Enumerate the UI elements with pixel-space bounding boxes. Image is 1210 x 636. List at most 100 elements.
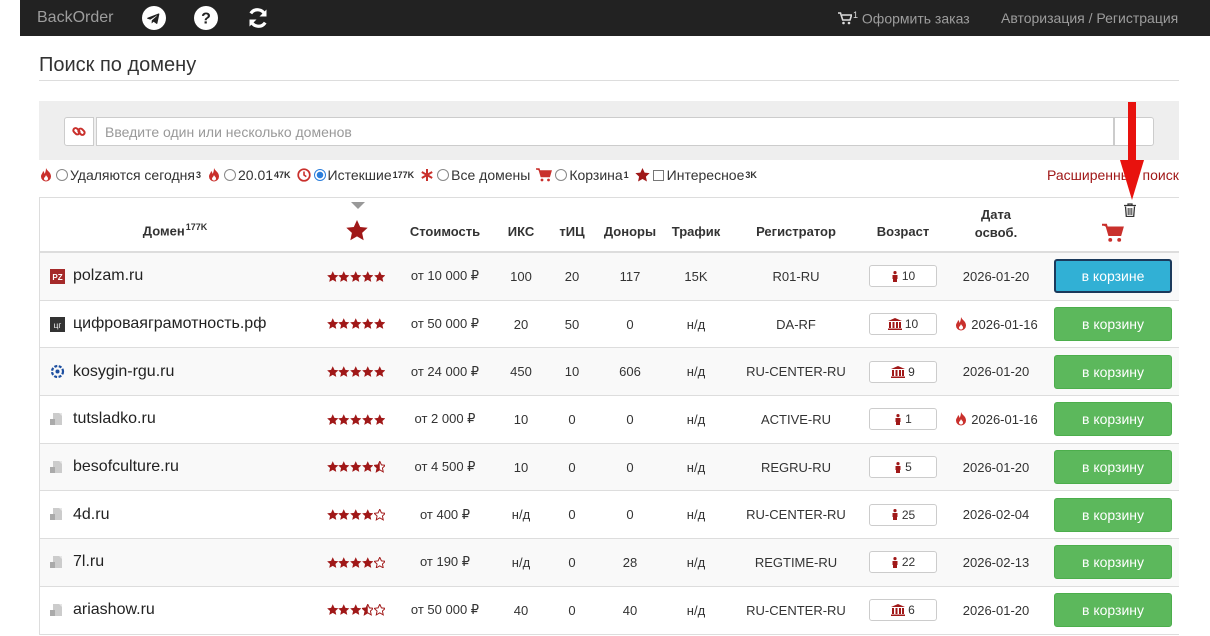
col-registrar[interactable]: Регистратор xyxy=(736,224,856,239)
cart-cell: в корзину xyxy=(1054,539,1172,586)
domain-name[interactable]: 7l.ru xyxy=(73,553,104,571)
age-badge[interactable]: 6 xyxy=(869,599,937,622)
domain-cell[interactable]: 7l.ru xyxy=(50,539,320,586)
col-age[interactable]: Возраст xyxy=(868,224,938,239)
star-empty-icon xyxy=(373,556,386,569)
col-cost[interactable]: Стоимость xyxy=(400,224,490,239)
star-full-icon xyxy=(361,509,374,520)
in-cart-button[interactable]: в корзине xyxy=(1054,259,1172,294)
star-full-icon xyxy=(338,604,350,616)
telegram-icon[interactable] xyxy=(142,6,166,30)
col-traffic[interactable]: Трафик xyxy=(666,224,726,239)
add-to-cart-button[interactable]: в корзину xyxy=(1054,402,1172,437)
filter-all-domains[interactable]: Все домены xyxy=(420,167,530,183)
domain-name[interactable]: polzam.ru xyxy=(73,267,143,285)
filter-expired[interactable]: Истекшие 177K xyxy=(296,167,414,183)
domain-cell[interactable]: tutsladko.ru xyxy=(50,396,320,443)
refresh-icon[interactable] xyxy=(246,6,270,30)
domain-cell[interactable]: ariashow.ru xyxy=(50,587,320,634)
age-badge[interactable]: 25 xyxy=(869,503,937,526)
person-icon xyxy=(891,270,902,282)
col-donors[interactable]: Доноры xyxy=(600,224,660,239)
red-arrow-annotation xyxy=(1120,102,1144,200)
radio-deleting-today[interactable] xyxy=(56,169,68,181)
age-value: 10 xyxy=(904,317,919,332)
domain-name[interactable]: 4d.ru xyxy=(73,506,109,524)
star-full-icon xyxy=(338,413,350,425)
add-to-cart-button[interactable]: в корзину xyxy=(1054,354,1172,389)
add-to-cart-button[interactable]: в корзину xyxy=(1054,545,1172,580)
age-badge[interactable]: 1 xyxy=(869,408,937,431)
release-date: 2026-01-20 xyxy=(962,602,1030,618)
star-full-icon xyxy=(350,556,362,568)
star-empty-icon xyxy=(373,604,386,616)
add-to-cart-button[interactable]: в корзину xyxy=(1054,307,1172,342)
auth-link[interactable]: Авторизация / Регистрация xyxy=(1001,10,1178,26)
registrar-cell: REGRU-RU xyxy=(760,459,832,475)
age-badge[interactable]: 5 xyxy=(869,456,937,479)
help-icon[interactable]: ? xyxy=(194,6,218,30)
radio-date[interactable] xyxy=(223,169,236,181)
domain-name[interactable]: цифроваяграмотность.рф xyxy=(73,315,266,333)
traffic-cell: н/д xyxy=(686,411,706,427)
add-to-cart-button[interactable]: в корзину xyxy=(1054,497,1172,532)
trash-icon[interactable] xyxy=(1122,203,1138,220)
tic-cell: 0 xyxy=(568,507,576,523)
filter-deleting-today[interactable]: Удаляются сегодня 3 xyxy=(39,167,201,183)
col-domain[interactable]: Домен177K xyxy=(40,222,310,238)
release-date-cell: 2026-02-04 xyxy=(946,491,1046,538)
brand-link[interactable]: BackOrder xyxy=(37,9,113,27)
clock-icon xyxy=(296,168,311,182)
star-full-icon xyxy=(338,461,350,473)
checkout-link[interactable]: 1 Оформить заказ xyxy=(838,10,970,27)
add-to-cart-button[interactable]: в корзину xyxy=(1054,593,1172,628)
filter-cart[interactable]: Корзина 1 xyxy=(536,167,629,183)
filter-label: Корзина xyxy=(569,167,623,183)
domain-name[interactable]: ariashow.ru xyxy=(73,601,155,619)
release-date: 2026-01-16 xyxy=(971,411,1038,427)
cart-cell: в корзину xyxy=(1054,587,1172,634)
table-row: kosygin-rgu.ru от 24 000 ₽ 450 10 606 н/… xyxy=(40,348,1179,397)
iks-cell: 10 xyxy=(513,411,529,427)
rating-star-icon[interactable] xyxy=(345,220,369,244)
table-row: ariashow.ru от 50 000 ₽ 40 0 40 н/д RU-C… xyxy=(40,587,1179,635)
domain-cell[interactable]: besofculture.ru xyxy=(50,444,320,491)
domain-cell[interactable]: цг цифроваяграмотность.рф xyxy=(50,301,320,348)
search-panel xyxy=(39,101,1179,160)
add-to-cart-button[interactable]: в корзину xyxy=(1054,450,1172,485)
radio-all-domains[interactable] xyxy=(437,169,450,181)
link-icon[interactable] xyxy=(64,117,94,146)
cart-header-icon[interactable] xyxy=(1101,223,1125,246)
domain-cell[interactable]: PZ polzam.ru xyxy=(50,253,320,300)
tic-cell: 20 xyxy=(564,268,580,284)
col-tic[interactable]: тИЦ xyxy=(552,224,592,239)
age-badge[interactable]: 9 xyxy=(869,360,937,383)
age-value: 6 xyxy=(908,603,915,618)
svg-text:цг: цг xyxy=(54,321,62,330)
col-release-date[interactable]: Дата освоб. xyxy=(958,206,1034,242)
traffic-cell: н/д xyxy=(686,364,706,380)
radio-expired[interactable] xyxy=(313,169,326,181)
sort-caret-icon[interactable] xyxy=(347,198,369,213)
domain-name[interactable]: tutsladko.ru xyxy=(73,410,156,428)
cart-cell: в корзине xyxy=(1054,253,1172,300)
checkbox-interesting[interactable] xyxy=(652,169,664,181)
radio-cart[interactable] xyxy=(555,169,568,181)
age-badge[interactable]: 22 xyxy=(869,551,937,574)
donors-cell: 0 xyxy=(626,411,634,427)
domain-cell[interactable]: 4d.ru xyxy=(50,491,320,538)
star-full-icon xyxy=(373,318,385,330)
domain-search-input[interactable] xyxy=(96,117,1114,146)
age-badge[interactable]: 10 xyxy=(869,313,937,336)
domain-name[interactable]: kosygin-rgu.ru xyxy=(73,363,174,381)
domain-cell[interactable]: kosygin-rgu.ru xyxy=(50,348,320,395)
advanced-search-link[interactable]: Расширенный поиск xyxy=(1047,167,1179,183)
filter-date[interactable]: 20.01 47K xyxy=(207,167,291,183)
rating-stars xyxy=(316,301,396,348)
person-icon xyxy=(891,509,902,521)
donors-cell: 40 xyxy=(622,602,638,618)
domain-name[interactable]: besofculture.ru xyxy=(73,458,179,476)
age-badge[interactable]: 10 xyxy=(869,265,937,288)
filter-interesting[interactable]: Интересное 3K xyxy=(635,167,757,183)
col-iks[interactable]: ИКС xyxy=(500,224,542,239)
